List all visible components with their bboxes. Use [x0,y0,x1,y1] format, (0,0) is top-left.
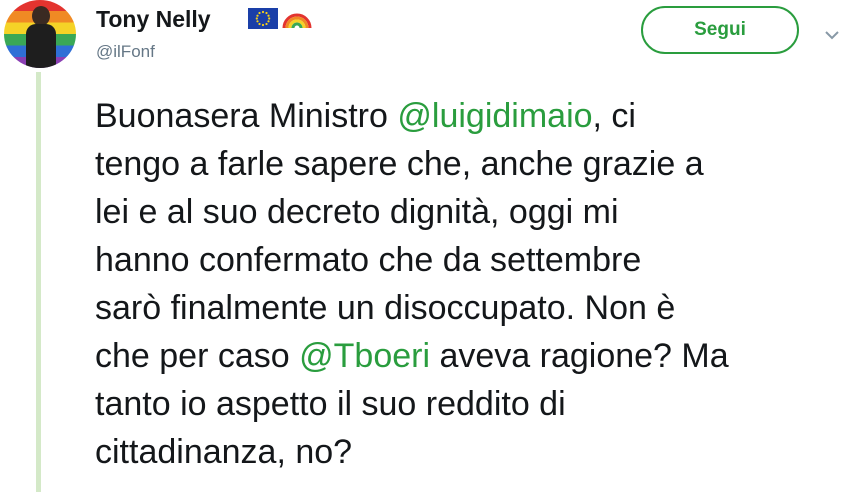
tweet-line: hanno confermato che da settembre [95,236,851,284]
display-name[interactable]: Tony Nelly [96,6,211,33]
follow-button[interactable]: Segui [641,6,799,54]
chevron-down-icon[interactable] [824,28,840,40]
tweet-text-segment: , ci [592,97,636,135]
tweet-text-segment: Buonasera Ministro [95,97,398,135]
mention-link[interactable]: @luigidimaio [397,97,592,135]
rainbow-icon [281,4,313,30]
avatar-figure-body [26,24,56,68]
tweet-line: sarò finalmente un disoccupato. Non è [95,284,851,332]
mention-link[interactable]: @Tboeri [299,337,430,375]
tweet-text-segment: sarò finalmente un disoccupato. Non è [95,289,676,327]
tweet-text-segment: cittadinanza, no? [95,433,353,471]
avatar-figure-head [32,6,50,26]
tweet-text-segment: aveva ragione? Ma [430,337,729,375]
tweet-line: cittadinanza, no? [95,428,851,476]
tweet-line: che per caso @Tboeri aveva ragione? Ma [95,332,851,380]
eu-flag-icon [248,8,278,29]
tweet-line: tanto io aspetto il suo reddito di [95,380,851,428]
tweet-text-segment: che per caso [95,337,300,375]
tweet-text-segment: lei e al suo decreto dignità, oggi mi [95,193,619,231]
tweet-text-segment: hanno confermato che da settembre [95,241,642,279]
tweet-line: Buonasera Ministro @luigidimaio, ci [95,92,851,140]
avatar[interactable] [4,0,76,68]
thread-line [36,72,41,492]
tweet-text-segment: tengo a farle sapere che, anche grazie a [95,145,704,183]
tweet-line: lei e al suo decreto dignità, oggi mi [95,188,851,236]
tweet-text: Buonasera Ministro @luigidimaio, ci teng… [95,92,851,476]
user-handle[interactable]: @ilFonf [96,42,155,62]
tweet-line: tengo a farle sapere che, anche grazie a [95,140,851,188]
tweet-text-segment: tanto io aspetto il suo reddito di [95,385,566,423]
